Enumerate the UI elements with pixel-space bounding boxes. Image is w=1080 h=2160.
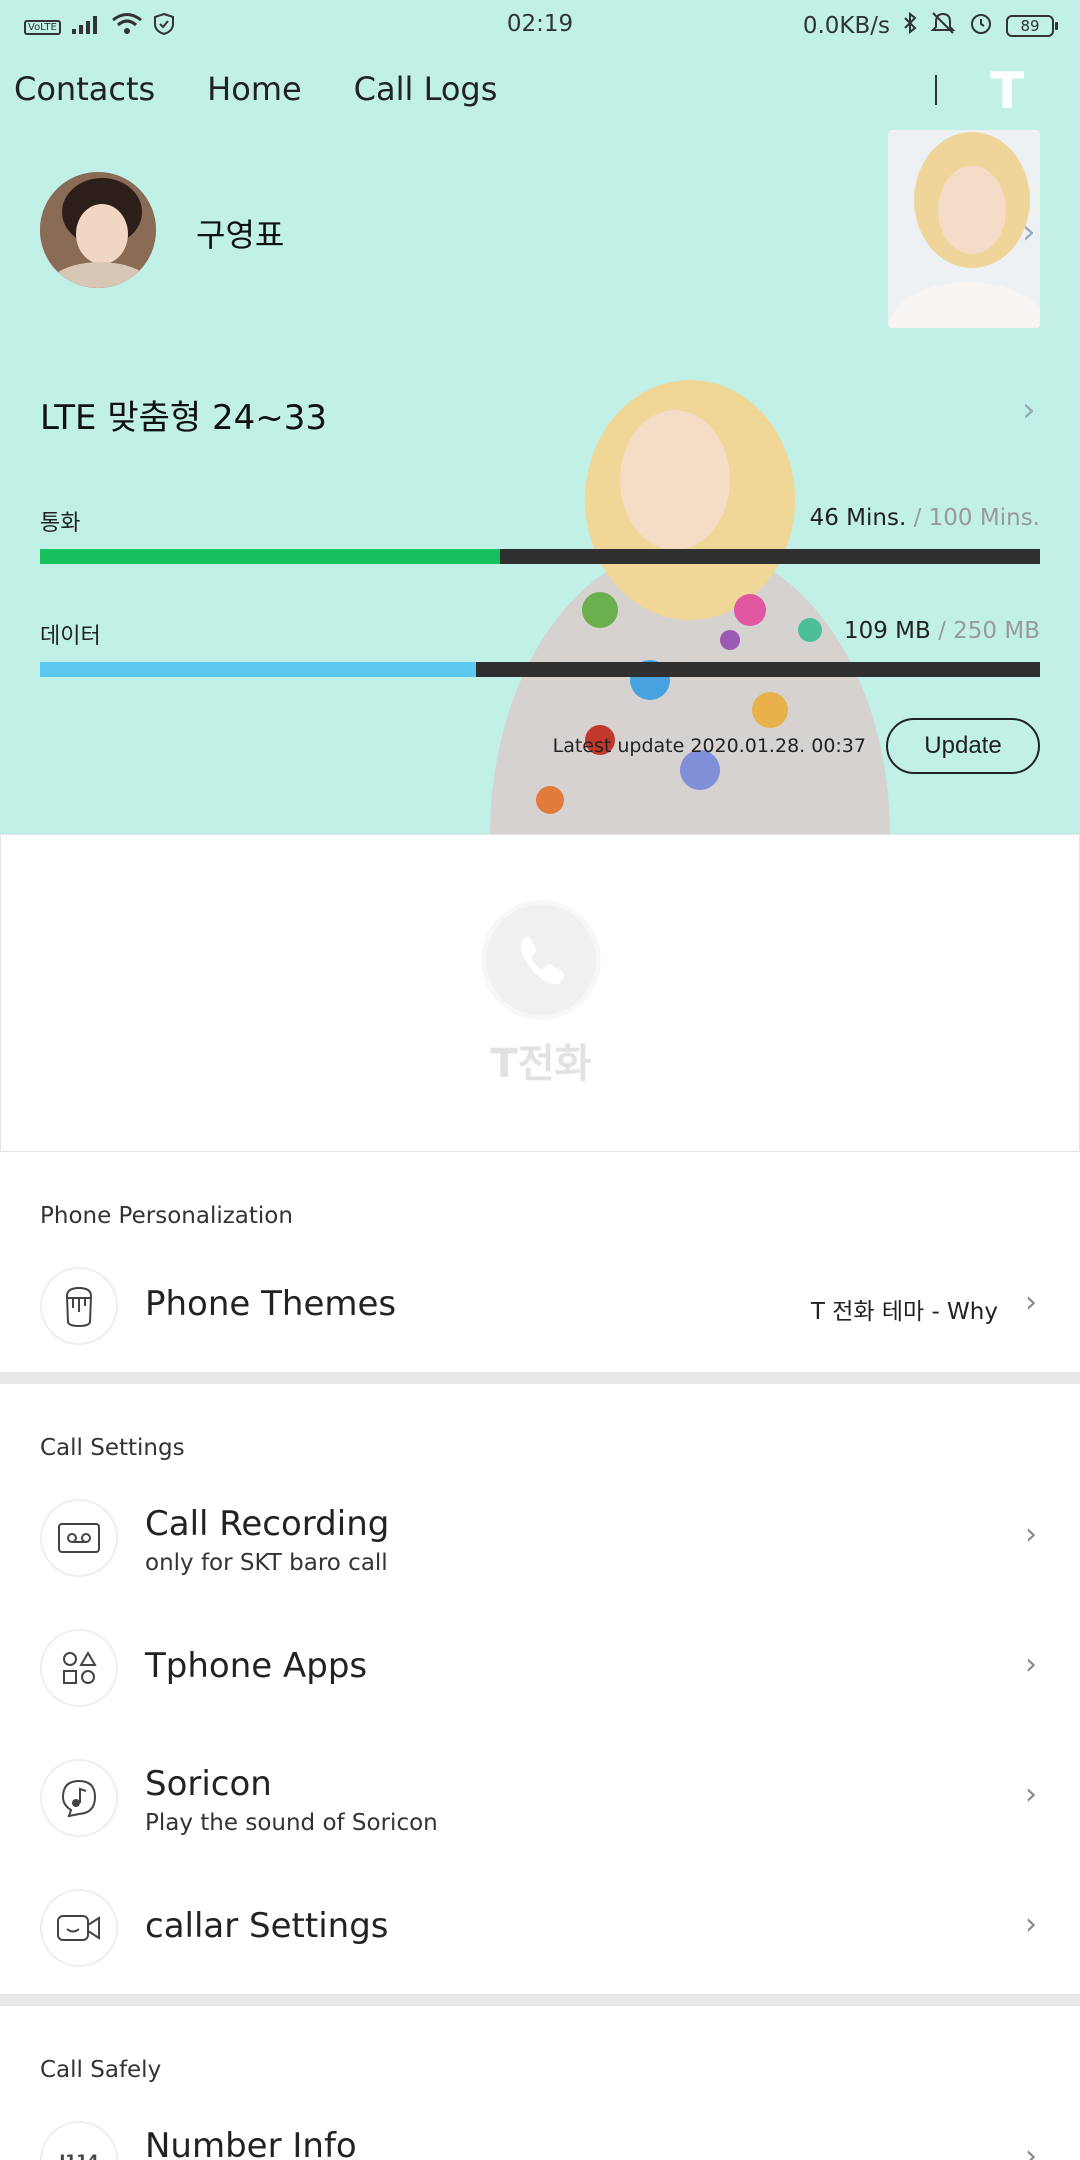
phone-themes-item[interactable]: Phone Themes T 전화 테마 - Why › (0, 1252, 1080, 1362)
section-divider (0, 1994, 1080, 2006)
number-info-title: Number Info (145, 2126, 357, 2160)
data-usage-value: 109 MB / 250 MB (844, 618, 1040, 644)
callar-settings-item[interactable]: callar Settings › (0, 1874, 1080, 1984)
chevron-right-icon: › (1025, 1647, 1037, 1682)
soricon-title: Soricon (145, 1764, 272, 1804)
phone-icon (486, 905, 596, 1015)
call-total: / 100 Mins. (913, 505, 1040, 531)
number-info-icon-text: I114 (59, 2150, 99, 2160)
tab-contacts[interactable]: Contacts (14, 70, 155, 108)
section-title-call-settings: Call Settings (40, 1435, 185, 1461)
chevron-right-icon: › (1025, 1285, 1037, 1320)
call-usage-value: 46 Mins. / 100 Mins. (810, 505, 1040, 531)
section-title-personalization: Phone Personalization (40, 1203, 293, 1229)
section-divider (0, 1372, 1080, 1384)
call-used: 46 Mins. (809, 505, 907, 531)
top-nav: Contacts Home Call Logs (14, 70, 497, 108)
number-info-item[interactable]: I114 Number Info › (0, 2106, 1080, 2160)
chevron-right-icon: › (1025, 1907, 1037, 1942)
banner-logo-text: T전화 (490, 1041, 592, 1087)
soricon-subtitle: Play the sound of Soricon (145, 1810, 438, 1836)
phone-themes-title: Phone Themes (145, 1284, 397, 1324)
nav-divider (935, 75, 937, 105)
callar-settings-title: callar Settings (145, 1906, 389, 1946)
update-button[interactable]: Update (886, 718, 1040, 774)
call-usage-bar-fill (40, 549, 500, 564)
video-camera-icon (40, 1889, 118, 1967)
call-recording-title: Call Recording (145, 1504, 390, 1544)
chevron-right-icon: › (1025, 1777, 1037, 1812)
chevron-right-icon[interactable]: › (1022, 390, 1036, 430)
status-bar: VoLTE 02:19 0.0KB/s 89 (0, 0, 1080, 50)
account-header: VoLTE 02:19 0.0KB/s 89 Contacts Home Cal… (0, 0, 1080, 834)
tphone-apps-item[interactable]: Tphone Apps › (0, 1614, 1080, 1724)
data-usage-bar (40, 662, 1040, 677)
music-note-icon (40, 1759, 118, 1837)
user-name[interactable]: 구영표 (196, 210, 284, 256)
t-logo-button[interactable]: T (990, 62, 1024, 120)
data-total: / 250 MB (938, 618, 1040, 644)
soricon-item[interactable]: Soricon Play the sound of Soricon › (0, 1744, 1080, 1854)
call-recording-subtitle: only for SKT baro call (145, 1550, 388, 1576)
chevron-right-icon[interactable]: › (1022, 212, 1036, 252)
plan-name[interactable]: LTE 맞춤형 24~33 (40, 390, 327, 439)
number-info-icon: I114 (40, 2121, 118, 2160)
chevron-right-icon: › (1025, 1517, 1037, 1552)
tab-home[interactable]: Home (207, 70, 302, 108)
data-usage-bar-fill (40, 662, 476, 677)
tphone-apps-title: Tphone Apps (145, 1646, 368, 1686)
alarm-icon (968, 11, 994, 41)
voicemail-icon (40, 1499, 118, 1577)
call-usage-bar (40, 549, 1040, 564)
tab-call-logs[interactable]: Call Logs (354, 70, 498, 108)
mute-icon (930, 11, 956, 41)
section-title-call-safely: Call Safely (40, 2057, 162, 2083)
hero-artist-image (490, 380, 890, 834)
apps-icon (40, 1629, 118, 1707)
phone-themes-value: T 전화 테마 - Why (810, 1299, 998, 1325)
call-usage-label: 통화 (40, 511, 81, 536)
latest-update-text: Latest update 2020.01.28. 00:37 (552, 735, 866, 757)
chevron-right-icon: › (1025, 2139, 1037, 2160)
data-usage-label: 데이터 (40, 624, 101, 649)
paint-bucket-icon (40, 1267, 118, 1345)
theme-thumbnail-image[interactable] (888, 130, 1040, 328)
call-recording-item[interactable]: Call Recording only for SKT baro call › (0, 1484, 1080, 1594)
avatar[interactable] (40, 172, 156, 288)
battery-icon: 89 (1006, 15, 1058, 37)
tphone-banner[interactable]: T전화 (0, 834, 1080, 1152)
data-used: 109 MB (843, 618, 931, 644)
bluetooth-icon (902, 11, 918, 41)
network-speed: 0.0KB/s (802, 13, 890, 39)
